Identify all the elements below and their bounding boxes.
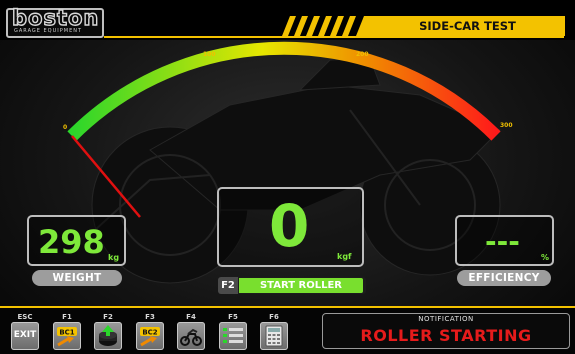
roller-up-icon <box>99 325 117 346</box>
exit-key[interactable]: ESC EXIT <box>10 313 40 351</box>
app-screen: boston GARAGE EQUIPMENT SIDE-CAR TEST 0 … <box>0 0 575 354</box>
exit-button[interactable]: EXIT <box>11 322 39 350</box>
notification-label: NOTIFICATION <box>418 315 474 323</box>
fkey-label: F2 <box>103 313 113 321</box>
f4-key[interactable]: F4 <box>176 313 206 351</box>
list-icon <box>223 328 243 343</box>
fkey-label: F1 <box>62 313 72 321</box>
fkey-label: F3 <box>145 313 155 321</box>
force-value: 0 <box>269 192 310 260</box>
list-button[interactable] <box>219 322 247 350</box>
force-unit: kgf <box>337 252 352 261</box>
calculator-button[interactable] <box>260 322 288 350</box>
f3-key[interactable]: F3 BC2 <box>135 313 165 351</box>
gauge-tick-label: 100 <box>203 51 216 58</box>
bc2-icon: BC2 <box>140 327 160 347</box>
fkey-label: F4 <box>186 313 196 321</box>
notification-message: ROLLER STARTING <box>360 326 532 345</box>
force-gauge: 0 100 200 300 <box>63 41 513 218</box>
f2-key[interactable]: F2 <box>93 313 123 351</box>
start-roller-button[interactable]: F2 START ROLLER <box>218 277 366 294</box>
f6-key[interactable]: F6 <box>259 313 289 351</box>
gauge-tick-label: 0 <box>63 124 67 131</box>
efficiency-label: EFFICIENCY <box>457 270 551 286</box>
weight-panel: 298 kg <box>27 215 126 266</box>
bc2-text: BC2 <box>142 329 157 337</box>
bc1-icon: BC1 <box>57 327 77 347</box>
notification-panel: NOTIFICATION ROLLER STARTING <box>322 313 570 349</box>
fkey-label: ESC <box>17 313 33 321</box>
efficiency-value: --- <box>485 225 520 258</box>
gauge-needle <box>71 135 141 218</box>
start-roller-key: F2 <box>218 277 238 294</box>
bc2-button[interactable]: BC2 <box>136 322 164 350</box>
f1-key[interactable]: F1 BC1 <box>52 313 82 351</box>
start-roller-label: START ROLLER <box>239 278 363 293</box>
weight-unit: kg <box>108 253 120 262</box>
gauge-arc <box>67 41 501 141</box>
exit-icon: EXIT <box>13 330 37 340</box>
calculator-icon <box>265 325 283 347</box>
roller-button[interactable] <box>94 322 122 350</box>
bc1-text: BC1 <box>59 329 74 337</box>
force-panel: 0 kgf <box>217 187 364 267</box>
gauge-tick-label: 200 <box>356 51 369 58</box>
efficiency-unit: % <box>541 253 550 262</box>
weight-value: 298 <box>38 223 105 261</box>
motorcycle-button[interactable] <box>177 322 205 350</box>
motorcycle-icon <box>180 328 202 346</box>
fkey-label: F6 <box>269 313 279 321</box>
bc1-button[interactable]: BC1 <box>53 322 81 350</box>
efficiency-panel: --- % <box>455 215 554 266</box>
fkey-label: F5 <box>228 313 238 321</box>
f5-key[interactable]: F5 <box>218 313 248 351</box>
gauge-tick-label: 300 <box>500 122 513 129</box>
weight-label: WEIGHT <box>32 270 122 286</box>
